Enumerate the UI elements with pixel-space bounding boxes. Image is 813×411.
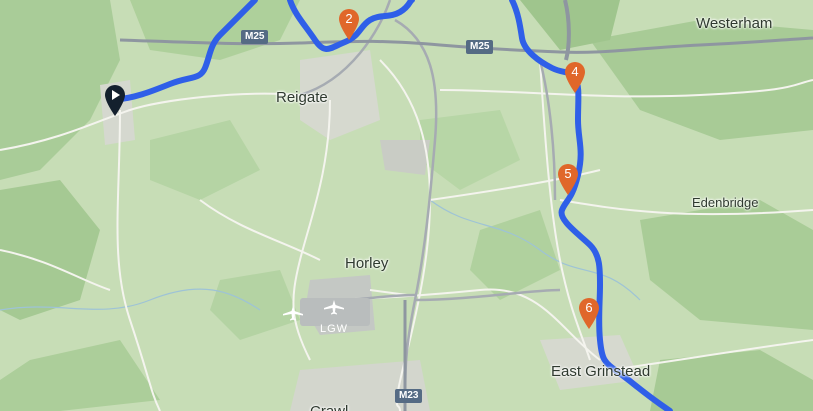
play-icon	[105, 85, 125, 116]
road-shield-m23: M23	[395, 389, 423, 403]
waypoint-number: 5	[564, 166, 572, 181]
place-label-westerham: Westerham	[696, 15, 773, 32]
place-label-reigate: Reigate	[276, 89, 328, 106]
airplane-icon	[283, 306, 303, 321]
waypoint-number: 4	[571, 64, 579, 79]
waypoint-number: 2	[345, 11, 353, 26]
waypoint-marker-2[interactable]: 2	[336, 7, 362, 41]
waypoint-number: 6	[585, 300, 593, 315]
waypoint-marker-4[interactable]: 4	[562, 60, 588, 94]
waypoint-marker-6[interactable]: 6	[576, 296, 602, 330]
place-label-east-grinstead: East Grinstead	[551, 363, 651, 380]
place-label-edenbridge: Edenbridge	[692, 195, 759, 210]
place-label-crawley: Crawl	[310, 403, 348, 411]
waypoint-marker-5[interactable]: 5	[555, 162, 581, 196]
road-shield-m25-west: M25	[241, 30, 269, 44]
start-marker[interactable]	[102, 83, 128, 117]
airport-code-label: LGW	[320, 323, 349, 335]
airplane-icon	[324, 300, 344, 315]
map-view[interactable]: Reigate Horley Westerham Edenbridge East…	[0, 0, 813, 411]
road-shield-m25-east: M25	[466, 40, 494, 54]
place-label-horley: Horley	[345, 255, 389, 272]
